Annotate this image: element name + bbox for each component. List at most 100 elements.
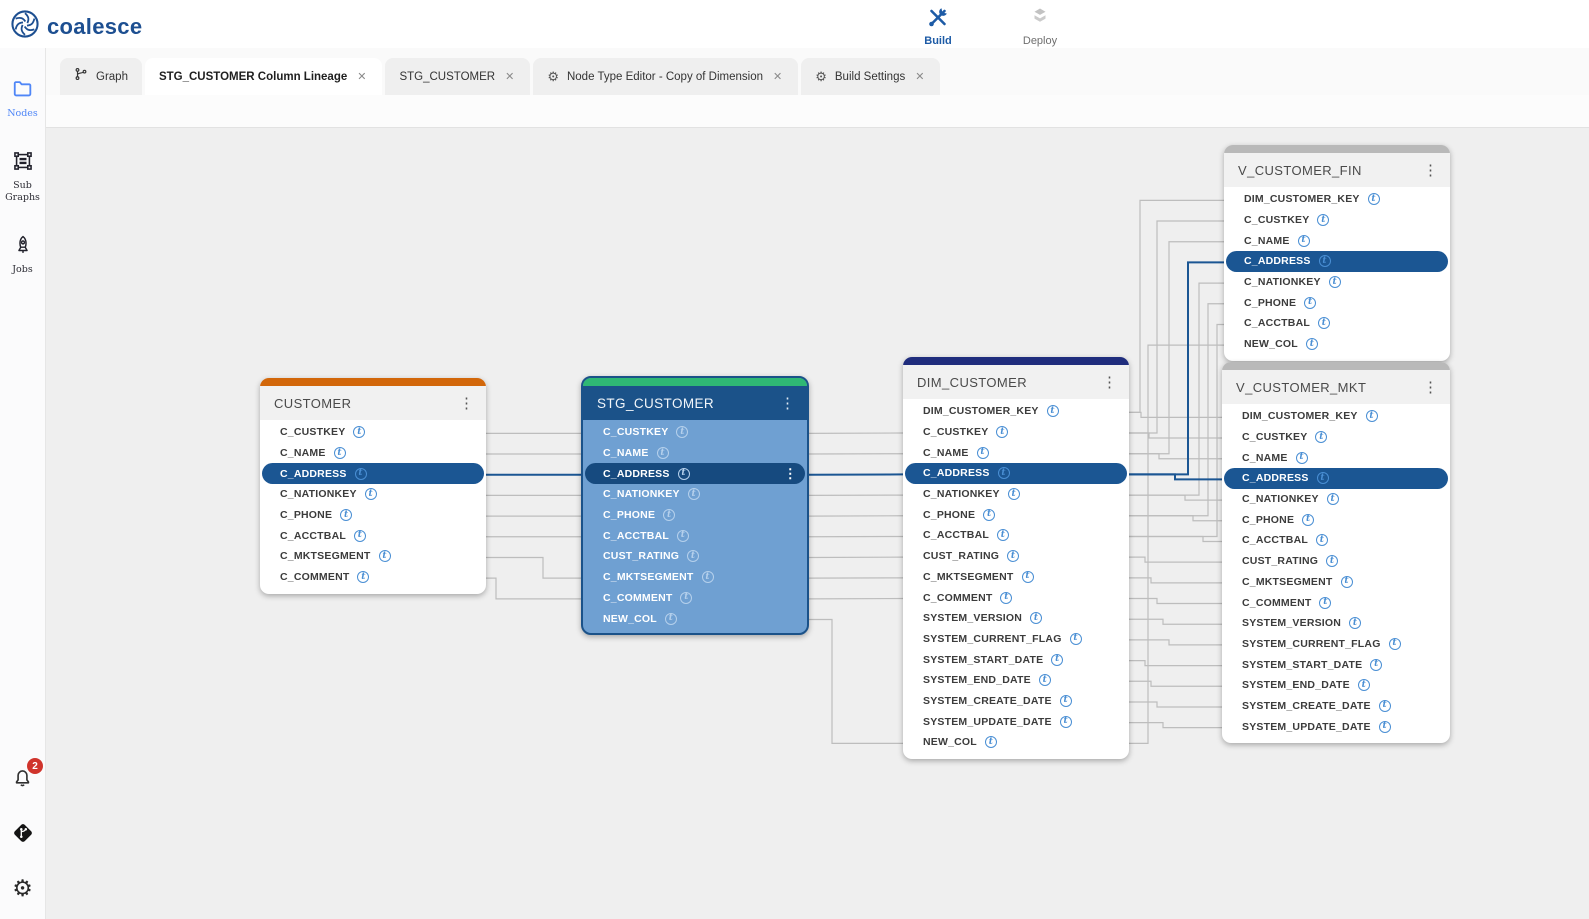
transform-icon: t <box>1021 570 1034 583</box>
column-row[interactable]: C_NATIONKEY t ⋮ <box>903 484 1129 505</box>
column-row[interactable]: SYSTEM_CREATE_DATE t ⋮ <box>903 691 1129 712</box>
column-row[interactable]: C_NATIONKEY t ⋮ <box>260 484 486 505</box>
column-row[interactable]: C_COMMENT t ⋮ <box>1222 592 1450 613</box>
lineage-node[interactable]: DIM_CUSTOMER ⋮ DIM_CUSTOMER_KEY t ⋮ C_CU… <box>903 357 1129 759</box>
tab-stg-customer[interactable]: STG_CUSTOMER ✕ <box>385 58 531 95</box>
column-row[interactable]: C_CUSTKEY t ⋮ <box>1224 210 1450 231</box>
sidebar-item-nodes[interactable]: Nodes <box>0 78 46 120</box>
column-row[interactable]: C_MKTSEGMENT t ⋮ <box>1222 572 1450 593</box>
column-row[interactable]: SYSTEM_CURRENT_FLAG t ⋮ <box>1222 634 1450 655</box>
tab-label: Build Settings <box>834 70 906 83</box>
column-name: SYSTEM_START_DATE <box>1242 658 1363 671</box>
node-title: V_CUSTOMER_MKT <box>1236 379 1367 395</box>
close-icon[interactable]: ✕ <box>503 68 516 85</box>
column-row[interactable]: C_ADDRESS t ⋮ <box>262 463 484 485</box>
kebab-menu-icon[interactable]: ⋮ <box>776 394 799 412</box>
column-row[interactable]: C_ACCTBAL t ⋮ <box>260 525 486 546</box>
git-button[interactable] <box>11 821 35 850</box>
kebab-menu-icon[interactable]: ⋮ <box>784 466 805 482</box>
column-row[interactable]: C_NATIONKEY t ⋮ <box>1224 272 1450 293</box>
column-row[interactable]: SYSTEM_START_DATE t ⋮ <box>1222 654 1450 675</box>
tab-node-type-editor[interactable]: ⚙ Node Type Editor - Copy of Dimension ✕ <box>533 58 799 95</box>
close-icon[interactable]: ✕ <box>913 68 926 85</box>
column-row[interactable]: SYSTEM_END_DATE t ⋮ <box>1222 675 1450 696</box>
kebab-menu-icon[interactable]: ⋮ <box>455 394 478 412</box>
column-row[interactable]: SYSTEM_UPDATE_DATE t ⋮ <box>903 711 1129 732</box>
column-row[interactable]: DIM_CUSTOMER_KEY t ⋮ <box>1222 406 1450 427</box>
column-row[interactable]: C_PHONE t ⋮ <box>1224 292 1450 313</box>
column-row[interactable]: C_NAME t ⋮ <box>1222 447 1450 468</box>
column-row[interactable]: C_NAME t ⋮ <box>260 443 486 464</box>
transform-icon: t <box>1317 214 1330 227</box>
column-row[interactable]: SYSTEM_VERSION t ⋮ <box>1222 613 1450 634</box>
column-row[interactable]: CUST_RATING t ⋮ <box>583 546 807 567</box>
column-row[interactable]: C_ADDRESS t ⋮ <box>585 463 805 485</box>
column-row[interactable]: C_NAME t ⋮ <box>903 442 1129 463</box>
column-row[interactable]: SYSTEM_CREATE_DATE t ⋮ <box>1222 696 1450 717</box>
lineage-node[interactable]: CUSTOMER ⋮ C_CUSTKEY t ⋮ C_NAME t ⋮ C_AD… <box>260 378 486 594</box>
column-row[interactable]: C_MKTSEGMENT t ⋮ <box>903 567 1129 588</box>
column-row[interactable]: C_ADDRESS t ⋮ <box>905 463 1127 484</box>
column-row[interactable]: C_COMMENT t ⋮ <box>903 587 1129 608</box>
transform-icon: t <box>1051 653 1064 666</box>
column-row[interactable]: C_NAME t ⋮ <box>1224 230 1450 251</box>
column-row[interactable]: C_PHONE t ⋮ <box>903 504 1129 525</box>
column-row[interactable]: C_ACCTBAL t ⋮ <box>583 525 807 546</box>
column-row[interactable]: C_CUSTKEY t ⋮ <box>260 422 486 443</box>
column-row[interactable]: CUST_RATING t ⋮ <box>1222 551 1450 572</box>
column-row[interactable]: SYSTEM_START_DATE t ⋮ <box>903 649 1129 670</box>
tab-stg-customer-column-lineage[interactable]: STG_CUSTOMER Column Lineage ✕ <box>144 58 383 95</box>
column-row[interactable]: NEW_COL t ⋮ <box>583 608 807 629</box>
column-row[interactable]: C_ADDRESS t ⋮ <box>1226 251 1448 272</box>
column-row[interactable]: NEW_COL t ⋮ <box>903 732 1129 753</box>
lineage-node[interactable]: V_CUSTOMER_FIN ⋮ DIM_CUSTOMER_KEY t ⋮ C_… <box>1224 145 1450 361</box>
column-row[interactable]: C_NATIONKEY t ⋮ <box>1222 489 1450 510</box>
column-row[interactable]: C_MKTSEGMENT t ⋮ <box>583 567 807 588</box>
column-row[interactable]: SYSTEM_END_DATE t ⋮ <box>903 670 1129 691</box>
column-row[interactable]: C_PHONE t ⋮ <box>1222 509 1450 530</box>
column-row[interactable]: DIM_CUSTOMER_KEY t ⋮ <box>1224 189 1450 210</box>
deploy-nav-button[interactable]: Deploy <box>1007 2 1073 47</box>
column-row[interactable]: C_COMMENT t ⋮ <box>260 567 486 588</box>
transform-icon: t <box>1007 488 1020 501</box>
settings-button[interactable]: ⚙ <box>12 877 33 901</box>
column-row[interactable]: SYSTEM_CURRENT_FLAG t ⋮ <box>903 629 1129 650</box>
column-row[interactable]: NEW_COL t ⋮ <box>1224 334 1450 355</box>
tab-build-settings[interactable]: ⚙ Build Settings ✕ <box>801 58 941 95</box>
column-row[interactable]: SYSTEM_VERSION t ⋮ <box>903 608 1129 629</box>
column-row[interactable]: C_CUSTKEY t ⋮ <box>1222 427 1450 448</box>
gear-icon: ⚙ <box>815 69 827 84</box>
column-row[interactable]: CUST_RATING t ⋮ <box>903 546 1129 567</box>
build-nav-button[interactable]: Build <box>905 2 971 47</box>
column-row[interactable]: C_ADDRESS t ⋮ <box>1224 468 1448 489</box>
lineage-node[interactable]: STG_CUSTOMER ⋮ C_CUSTKEY t ⋮ C_NAME t ⋮ … <box>581 376 809 635</box>
notifications-button[interactable]: 2 <box>11 758 43 794</box>
column-row[interactable]: C_CUSTKEY t ⋮ <box>583 422 807 443</box>
column-row[interactable]: C_PHONE t ⋮ <box>260 505 486 526</box>
kebab-menu-icon[interactable]: ⋮ <box>1419 378 1442 396</box>
column-row[interactable]: C_COMMENT t ⋮ <box>583 588 807 609</box>
kebab-menu-icon[interactable]: ⋮ <box>1419 161 1442 179</box>
column-row[interactable]: SYSTEM_UPDATE_DATE t ⋮ <box>1222 716 1450 737</box>
column-row[interactable]: C_NAME t ⋮ <box>583 443 807 464</box>
transform-icon: t <box>983 508 996 521</box>
sidebar-item-jobs[interactable]: Jobs <box>0 234 46 276</box>
close-icon[interactable]: ✕ <box>355 68 368 85</box>
kebab-menu-icon[interactable]: ⋮ <box>1098 373 1121 391</box>
column-row[interactable]: C_ACCTBAL t ⋮ <box>903 525 1129 546</box>
close-icon[interactable]: ✕ <box>771 68 784 85</box>
column-row[interactable]: C_MKTSEGMENT t ⋮ <box>260 546 486 567</box>
lineage-node[interactable]: V_CUSTOMER_MKT ⋮ DIM_CUSTOMER_KEY t ⋮ C_… <box>1222 362 1450 743</box>
column-name: NEW_COL <box>923 736 977 749</box>
transform-icon: t <box>1328 276 1341 289</box>
tab-graph[interactable]: Graph <box>60 58 142 95</box>
transform-icon: t <box>1326 493 1339 506</box>
lineage-canvas[interactable]: CUSTOMER ⋮ C_CUSTKEY t ⋮ C_NAME t ⋮ C_AD… <box>46 127 1589 919</box>
column-row[interactable]: C_ACCTBAL t ⋮ <box>1222 530 1450 551</box>
column-row[interactable]: C_CUSTKEY t ⋮ <box>903 422 1129 443</box>
column-row[interactable]: C_ACCTBAL t ⋮ <box>1224 313 1450 334</box>
column-row[interactable]: C_PHONE t ⋮ <box>583 505 807 526</box>
column-row[interactable]: DIM_CUSTOMER_KEY t ⋮ <box>903 401 1129 422</box>
sidebar-item-subgraphs[interactable]: Sub Graphs <box>0 150 46 204</box>
column-row[interactable]: C_NATIONKEY t ⋮ <box>583 484 807 505</box>
